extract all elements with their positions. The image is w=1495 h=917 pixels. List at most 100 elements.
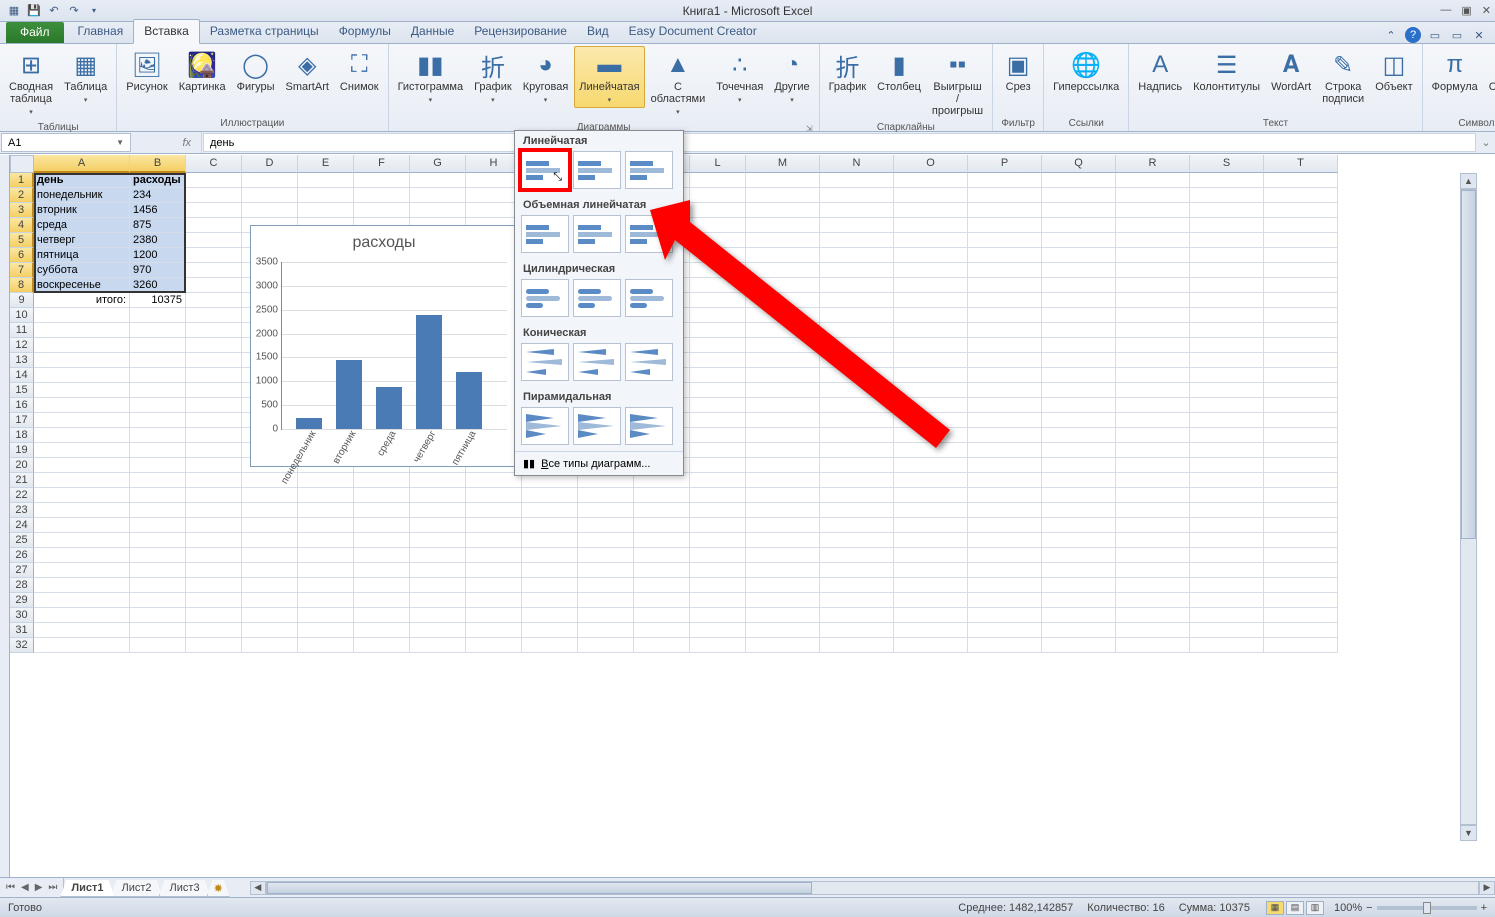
- cell[interactable]: [298, 623, 354, 638]
- ribbon-btn-Столбец[interactable]: ▮ Столбец: [872, 46, 926, 96]
- cell[interactable]: [1116, 503, 1190, 518]
- cell[interactable]: [690, 323, 746, 338]
- cell[interactable]: [354, 503, 410, 518]
- cell[interactable]: [298, 533, 354, 548]
- cell[interactable]: [186, 368, 242, 383]
- cell[interactable]: [242, 188, 298, 203]
- cell[interactable]: [522, 593, 578, 608]
- cell[interactable]: [298, 488, 354, 503]
- cell[interactable]: [522, 563, 578, 578]
- cell[interactable]: [242, 608, 298, 623]
- cell[interactable]: [894, 443, 968, 458]
- cell[interactable]: [1264, 278, 1338, 293]
- cell[interactable]: [1116, 248, 1190, 263]
- cell[interactable]: [746, 518, 820, 533]
- cell[interactable]: [186, 473, 242, 488]
- cell[interactable]: [1116, 203, 1190, 218]
- cell[interactable]: [578, 623, 634, 638]
- cell[interactable]: [894, 518, 968, 533]
- cell[interactable]: [968, 293, 1042, 308]
- cell[interactable]: [1190, 413, 1264, 428]
- cell[interactable]: [1190, 173, 1264, 188]
- cell[interactable]: [354, 473, 410, 488]
- cell[interactable]: [894, 383, 968, 398]
- cell[interactable]: [34, 383, 130, 398]
- cell[interactable]: [242, 518, 298, 533]
- cell[interactable]: [1190, 518, 1264, 533]
- cell[interactable]: [578, 608, 634, 623]
- cell[interactable]: [1116, 398, 1190, 413]
- cell[interactable]: [746, 368, 820, 383]
- cell[interactable]: [298, 188, 354, 203]
- cell[interactable]: [1190, 308, 1264, 323]
- cell[interactable]: [1264, 428, 1338, 443]
- cell[interactable]: [1190, 623, 1264, 638]
- ribbon-btn-Линейчатая[interactable]: ▬ Линейчатая▾: [574, 46, 644, 108]
- cell[interactable]: [968, 458, 1042, 473]
- cell[interactable]: [968, 248, 1042, 263]
- row-header-31[interactable]: 31: [10, 623, 34, 638]
- cell[interactable]: [690, 428, 746, 443]
- cell[interactable]: [1264, 608, 1338, 623]
- scroll-left-icon[interactable]: ◀: [250, 881, 266, 895]
- ribbon-btn-Символ[interactable]: Ω Символ: [1484, 46, 1495, 96]
- sheet-tab-Лист2[interactable]: Лист2: [111, 880, 163, 897]
- cell[interactable]: [968, 323, 1042, 338]
- cell[interactable]: [1264, 563, 1338, 578]
- row-header-5[interactable]: 5: [10, 233, 34, 248]
- cell[interactable]: [690, 398, 746, 413]
- row-header-14[interactable]: 14: [10, 368, 34, 383]
- cell[interactable]: [186, 533, 242, 548]
- cell[interactable]: [186, 278, 242, 293]
- cell[interactable]: [746, 488, 820, 503]
- cell[interactable]: [1190, 293, 1264, 308]
- col-header-B[interactable]: B: [130, 155, 186, 173]
- cell[interactable]: [1264, 533, 1338, 548]
- app-close-icon[interactable]: ✕: [1471, 27, 1487, 43]
- cell[interactable]: [1116, 218, 1190, 233]
- scroll-down-icon[interactable]: ▼: [1460, 825, 1477, 841]
- cell[interactable]: [894, 188, 968, 203]
- vscroll-thumb[interactable]: [1461, 190, 1476, 539]
- cell[interactable]: [34, 638, 130, 653]
- cell[interactable]: [242, 578, 298, 593]
- cell[interactable]: [1042, 188, 1116, 203]
- sheet-tab-Лист3[interactable]: Лист3: [159, 880, 211, 897]
- cell[interactable]: [1264, 383, 1338, 398]
- cell[interactable]: [820, 248, 894, 263]
- ribbon-minimize-icon[interactable]: ⌃: [1383, 27, 1399, 43]
- cell[interactable]: [354, 203, 410, 218]
- view-layout-icon[interactable]: ▤: [1286, 901, 1304, 915]
- cell[interactable]: [820, 623, 894, 638]
- ribbon-btn-Выигрыш-/-проигрыш[interactable]: ▪▪ Выигрыш / проигрыш: [927, 46, 988, 120]
- cell[interactable]: [894, 263, 968, 278]
- cell[interactable]: [1116, 578, 1190, 593]
- cell[interactable]: [186, 443, 242, 458]
- cell[interactable]: [410, 593, 466, 608]
- cell[interactable]: [186, 548, 242, 563]
- cell[interactable]: [466, 608, 522, 623]
- cell[interactable]: [1264, 308, 1338, 323]
- cell[interactable]: [894, 593, 968, 608]
- cell[interactable]: [242, 203, 298, 218]
- ribbon-btn-WordArt[interactable]: 𝐀 WordArt: [1266, 46, 1316, 96]
- cell[interactable]: [690, 503, 746, 518]
- cell[interactable]: [1190, 263, 1264, 278]
- cell[interactable]: [746, 413, 820, 428]
- sheet-next-icon[interactable]: ▶: [33, 882, 45, 893]
- cell[interactable]: [410, 578, 466, 593]
- cell[interactable]: [1042, 203, 1116, 218]
- cell[interactable]: [130, 533, 186, 548]
- ribbon-btn-С-областями[interactable]: ▲ С областями▾: [646, 46, 711, 120]
- cell[interactable]: [1190, 428, 1264, 443]
- gallery-option[interactable]: ⤡: [521, 151, 569, 189]
- cell[interactable]: [130, 518, 186, 533]
- row-header-21[interactable]: 21: [10, 473, 34, 488]
- cell[interactable]: [242, 533, 298, 548]
- cell[interactable]: [354, 518, 410, 533]
- undo-icon[interactable]: ↶: [46, 3, 62, 19]
- cell[interactable]: [1190, 563, 1264, 578]
- chevron-down-icon[interactable]: ▼: [116, 138, 124, 147]
- cell[interactable]: [820, 203, 894, 218]
- cell[interactable]: [968, 278, 1042, 293]
